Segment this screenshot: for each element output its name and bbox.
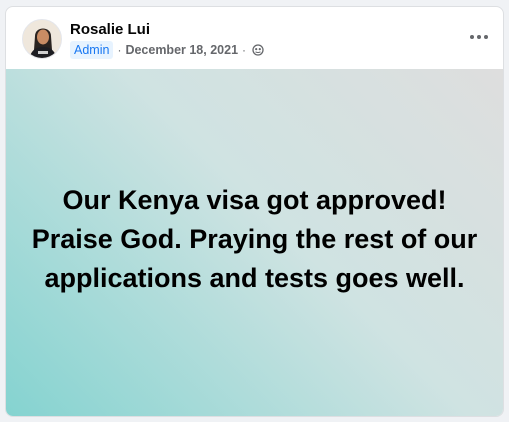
- post-background[interactable]: Our Kenya visa got approved! Praise God.…: [6, 69, 503, 416]
- meta-separator: ·: [117, 43, 122, 57]
- author-name[interactable]: Rosalie Lui: [70, 21, 150, 39]
- more-options-icon: [470, 35, 488, 39]
- post-text: Our Kenya visa got approved! Praise God.…: [31, 185, 478, 293]
- post-header: Rosalie Lui Admin · December 18, 2021 ·: [6, 7, 503, 69]
- post-card: Rosalie Lui Admin · December 18, 2021 · …: [5, 6, 504, 417]
- avatar-image: [23, 20, 61, 58]
- globe-icon[interactable]: [252, 44, 264, 56]
- role-badge[interactable]: Admin: [70, 41, 114, 59]
- meta-separator: ·: [242, 43, 247, 57]
- post-date[interactable]: December 18, 2021: [125, 43, 238, 57]
- avatar[interactable]: [22, 19, 62, 59]
- post-meta: Admin · December 18, 2021 ·: [70, 41, 264, 59]
- more-options-button[interactable]: [467, 27, 491, 47]
